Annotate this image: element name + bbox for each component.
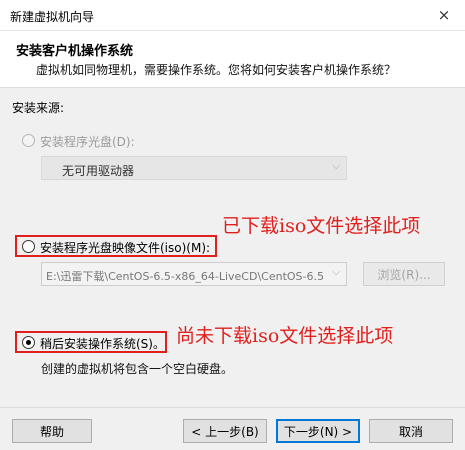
radio-install-later-label[interactable]: 稍后安装操作系统(S)。 — [40, 335, 165, 352]
radio-disc[interactable] — [22, 134, 35, 147]
radio-iso[interactable] — [22, 240, 35, 253]
close-icon[interactable]: × — [431, 3, 457, 27]
window-title: 新建虚拟机向导 — [10, 10, 95, 24]
iso-path-combobox[interactable]: E:\迅雷下载\CentOS-6.5-x86_64-LiveCD\CentOS-… — [41, 262, 347, 286]
iso-annotation: 已下载iso文件选择此项 — [222, 215, 421, 237]
install-source-label: 安装来源: — [12, 101, 65, 115]
disc-drive-value: 无可用驱动器 — [62, 164, 135, 178]
title-bar: 新建虚拟机向导 × — [0, 0, 465, 31]
radio-disc-label: 安装程序光盘(D): — [40, 135, 135, 149]
back-button[interactable]: < 上一步(B) — [183, 419, 267, 443]
wizard-header: 安装客户机操作系统 虚拟机如同物理机，需要操作系统。您将如何安装客户机操作系统？ — [0, 31, 465, 88]
later-annotation: 尚未下载iso文件选择此项 — [176, 325, 394, 347]
cancel-button[interactable]: 取消 — [369, 419, 453, 443]
page-subtitle: 虚拟机如同物理机，需要操作系统。您将如何安装客户机操作系统？ — [36, 63, 397, 77]
iso-path-value: E:\迅雷下载\CentOS-6.5-x86_64-LiveCD\CentOS-… — [46, 270, 324, 283]
footer-divider — [0, 407, 465, 408]
radio-install-later[interactable] — [22, 336, 35, 349]
browse-button[interactable]: 浏览(R)... — [363, 262, 445, 286]
disc-drive-dropdown[interactable]: 无可用驱动器 ⌵ — [41, 156, 347, 180]
install-later-description: 创建的虚拟机将包含一个空白硬盘。 — [41, 362, 234, 376]
page-title: 安装客户机操作系统 — [16, 44, 134, 59]
chevron-down-icon: ⌵ — [332, 267, 340, 278]
radio-iso-label[interactable]: 安装程序光盘映像文件(iso)(M): — [40, 239, 210, 256]
chevron-down-icon: ⌵ — [332, 161, 340, 172]
help-button[interactable]: 帮助 — [12, 419, 92, 443]
next-button[interactable]: 下一步(N) > — [276, 419, 360, 443]
